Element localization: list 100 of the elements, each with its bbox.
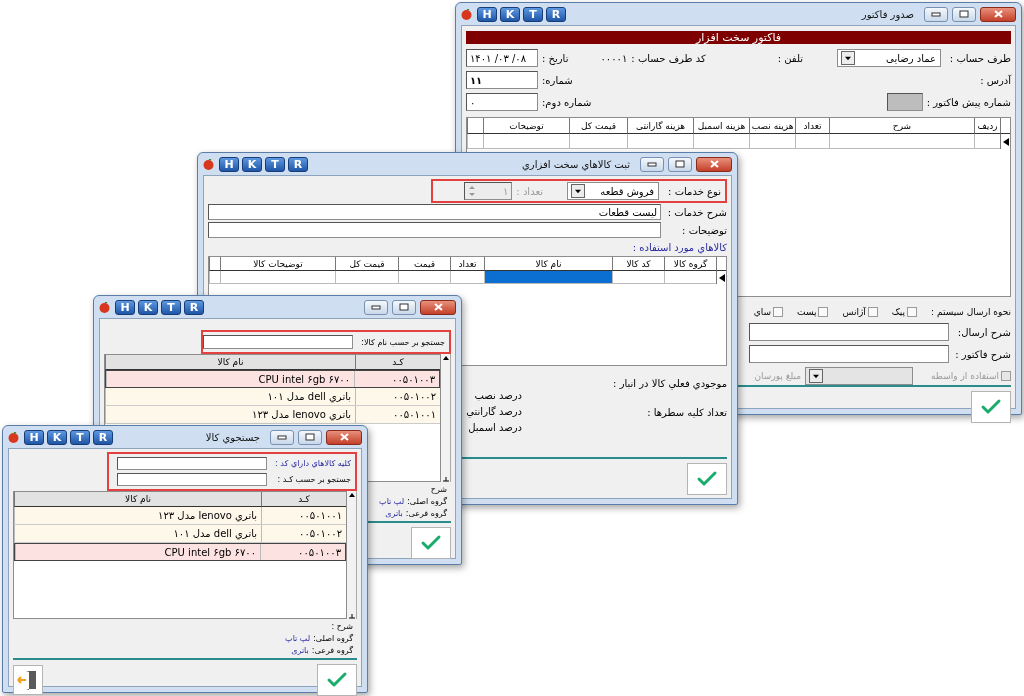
sub-group-label: گروه فرعی:: [311, 646, 353, 655]
notes-field[interactable]: [208, 222, 661, 238]
field-label: شماره پیش فاکتور :: [926, 96, 1011, 108]
table-cell[interactable]: [795, 134, 829, 149]
code-filter-field[interactable]: [117, 457, 267, 470]
confirm-button[interactable]: [411, 527, 451, 559]
minimize-button[interactable]: [640, 156, 664, 172]
table-cell[interactable]: [220, 271, 335, 284]
table-cell[interactable]: [749, 134, 795, 149]
close-button[interactable]: [980, 6, 1016, 22]
column-header: قیمت کل: [569, 118, 627, 134]
maximize-button[interactable]: [392, 299, 416, 315]
toolbar-button[interactable]: H: [477, 6, 497, 22]
column-header: تعداد: [450, 257, 484, 271]
description-label: شرح: [429, 485, 447, 494]
close-button[interactable]: [696, 156, 732, 172]
result-row[interactable]: ۰۰۵۰۱۰۰۱ باتري lenovo مدل ۱۲۳: [105, 406, 440, 424]
checkbox[interactable]: [907, 307, 918, 317]
table-cell[interactable]: [467, 134, 483, 149]
checkbox-label: ساي: [753, 307, 772, 317]
name-cell: باتري lenovo مدل ۱۲۳: [14, 507, 261, 524]
confirm-button[interactable]: [687, 463, 727, 495]
second-number-field[interactable]: ۰: [466, 93, 538, 111]
column-header: هزینه نصب: [749, 118, 795, 134]
toolbar-button[interactable]: H: [219, 156, 239, 172]
field-label: طرف حساب :: [948, 52, 1011, 64]
toolbar-button[interactable]: K: [138, 299, 158, 315]
name-search-field[interactable]: [203, 335, 354, 349]
toolbar-button[interactable]: T: [70, 429, 90, 445]
column-header: هزینه اسمبل: [693, 118, 749, 134]
toolbar-button[interactable]: T: [265, 156, 285, 172]
table-cell[interactable]: [209, 271, 220, 284]
table-cell[interactable]: [483, 134, 569, 149]
table-cell[interactable]: [398, 271, 450, 284]
app-icon: [461, 8, 472, 20]
toolbar-button[interactable]: R: [93, 429, 113, 445]
field-label: شرح ارسال:: [956, 326, 1011, 338]
result-row[interactable]: ۰۰۵۰۱۰۰۳ CPU intel ۶gb ۶۷۰۰: [105, 370, 440, 388]
minimize-button[interactable]: [924, 6, 948, 22]
close-button[interactable]: [326, 429, 362, 445]
checkbox[interactable]: [818, 307, 829, 317]
scrollbar[interactable]: [347, 491, 357, 619]
toolbar-button[interactable]: K: [242, 156, 262, 172]
code-search-field[interactable]: [117, 473, 267, 486]
table-cell[interactable]: [612, 271, 664, 284]
confirm-button[interactable]: [317, 664, 357, 696]
account-combo[interactable]: عماد رضایی: [837, 49, 941, 67]
minimize-button[interactable]: [270, 429, 294, 445]
toolbar-button[interactable]: K: [47, 429, 67, 445]
checkbox-label: پیک: [891, 307, 906, 317]
checkbox[interactable]: [867, 307, 878, 317]
field-label: نحوه ارسال سیستم :: [931, 307, 1011, 317]
toolbar-button[interactable]: K: [500, 6, 520, 22]
minimize-button[interactable]: [364, 299, 388, 315]
checkbox[interactable]: [773, 307, 784, 317]
result-row[interactable]: ۰۰۵۰۱۰۰۱ باتري lenovo مدل ۱۲۳: [14, 507, 346, 525]
exit-button[interactable]: [13, 665, 43, 695]
scrollbar[interactable]: [441, 354, 451, 482]
table-cell[interactable]: [693, 134, 749, 149]
table-cell[interactable]: [484, 271, 612, 284]
main-group-value: لپ تاپ: [379, 497, 405, 506]
result-row[interactable]: ۰۰۵۰۱۰۰۲ باتري dell مدل ۱۰۱: [14, 525, 346, 543]
field-label: نوع خدمات :: [667, 185, 721, 197]
table-cell[interactable]: [335, 271, 398, 284]
number-field[interactable]: ۱۱: [466, 71, 538, 89]
minimize-icon: [277, 434, 287, 440]
app-icon: [8, 431, 19, 443]
maximize-button[interactable]: [298, 429, 322, 445]
name-cell: CPU intel ۶gb ۶۷۰۰: [15, 544, 260, 560]
maximize-button[interactable]: [952, 6, 976, 22]
maximize-icon: [675, 160, 685, 168]
invoice-description-field[interactable]: [749, 345, 949, 363]
table-cell[interactable]: [627, 134, 693, 149]
toolbar-button[interactable]: H: [115, 299, 135, 315]
table-cell[interactable]: [974, 134, 1000, 149]
result-row[interactable]: ۰۰۵۰۱۰۰۲ باتري dell مدل ۱۰۱: [105, 388, 440, 406]
toolbar-button[interactable]: T: [161, 299, 181, 315]
table-cell[interactable]: [450, 271, 484, 284]
toolbar-button[interactable]: R: [184, 299, 204, 315]
result-row[interactable]: ۰۰۵۰۱۰۰۳ CPU intel ۶gb ۶۷۰۰: [14, 543, 346, 561]
toolbar-button[interactable]: R: [288, 156, 308, 172]
table-cell[interactable]: [664, 271, 716, 284]
toolbar-button[interactable]: H: [24, 429, 44, 445]
maximize-button[interactable]: [668, 156, 692, 172]
service-type-combo[interactable]: فروش قطعه: [567, 182, 659, 200]
toolbar-button[interactable]: R: [546, 6, 566, 22]
service-description-field[interactable]: لیست قطعات: [208, 204, 661, 220]
close-button[interactable]: [420, 299, 456, 315]
confirm-button[interactable]: [971, 391, 1011, 423]
name-cell: باتري lenovo مدل ۱۲۳: [105, 406, 355, 423]
window-title: صدور فاکتور: [861, 8, 914, 20]
scroll-end-icon: [347, 613, 356, 619]
sub-group-value: باتری: [291, 646, 309, 655]
table-cell[interactable]: [569, 134, 627, 149]
shipping-description-field[interactable]: [749, 323, 949, 341]
toolbar-button[interactable]: T: [523, 6, 543, 22]
dropdown-icon: [841, 51, 855, 65]
column-header: قيمت: [398, 257, 450, 271]
table-cell[interactable]: [829, 134, 974, 149]
date-field[interactable]: ۱۴۰۱ /۰۳ /۰۸: [466, 49, 538, 67]
